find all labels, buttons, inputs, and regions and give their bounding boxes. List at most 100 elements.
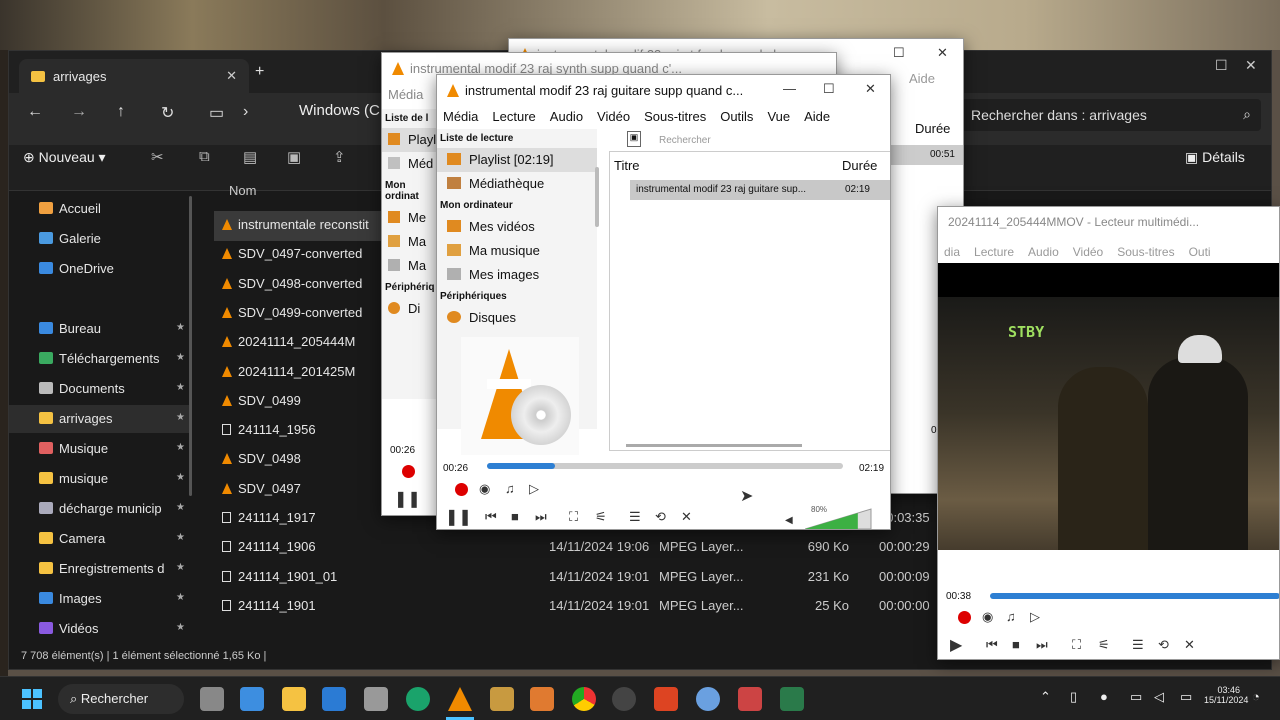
copy-icon[interactable]: ⧉ [199,148,210,165]
monitor-icon[interactable]: ▭ [209,103,224,123]
playlist-row[interactable]: instrumental modif 23 raj guitare sup...… [630,180,890,200]
menu-item[interactable]: Vue [767,109,790,124]
music-item[interactable]: Ma [382,230,438,254]
disc-item[interactable]: Di [382,297,438,321]
edge-icon[interactable] [406,687,430,711]
close-window-button[interactable]: ✕ [1245,57,1257,74]
file-row[interactable]: 241114_1906 14/11/2024 19:06 MPEG Layer...… [214,533,954,563]
mediatheque-item[interactable]: Médiathèque [437,172,597,196]
close-tab-icon[interactable]: ✕ [226,68,237,84]
vlc-icon[interactable] [448,687,472,711]
menu-item[interactable]: Audio [1028,245,1059,259]
menu-item[interactable]: dia [944,245,960,259]
minimize-button[interactable]: — [783,81,796,96]
photos-icon[interactable] [322,687,346,711]
video-prev-button[interactable]: ⏮ [986,637,998,653]
record-button[interactable] [455,483,468,499]
duration-cell[interactable]: 00:51 [891,145,963,165]
frame-step-button[interactable]: ▷ [529,481,539,497]
sidebar-scrollbar[interactable] [595,167,599,227]
media-player-icon[interactable] [612,687,636,711]
menu-item[interactable]: Sous-titres [644,109,706,124]
menu-item[interactable]: Lecture [974,245,1014,259]
volume-icon[interactable]: ◁ [1154,689,1164,705]
playlist-view-icon[interactable]: ▣ [627,131,641,147]
column-name-header[interactable]: Nom [229,183,256,198]
menu-item[interactable]: Aide [804,109,830,124]
shuffle-button[interactable]: ✕ [681,509,692,525]
video-editor-icon[interactable] [530,687,554,711]
prev-button[interactable]: ⏮ [485,509,497,525]
video-fullscreen-button[interactable]: ⛶ [1072,637,1081,653]
paste-icon[interactable]: ▤ [243,148,257,166]
video-playlist-button[interactable]: ☰ [1132,637,1144,653]
forward-arrow-icon[interactable]: → [71,103,87,121]
file-row[interactable]: 241114_1901_01 14/11/2024 19:01 MPEG Layer… [214,563,954,593]
pause-button[interactable]: ❚❚ [394,489,421,509]
video-next-button[interactable]: ⏭ [1036,637,1048,653]
music-item[interactable]: Ma musique [437,239,597,263]
tab-arrivages[interactable]: arrivages ✕ [19,59,249,93]
acrobat-icon[interactable] [654,687,678,711]
menu-item[interactable]: Sous-titres [1117,245,1174,259]
col-titre[interactable]: Titre [614,158,640,173]
pause-button[interactable]: ❚❚ [445,507,472,527]
col-duree[interactable]: Durée [842,158,877,173]
seekbar[interactable] [487,463,843,469]
images-item[interactable]: Ma [382,254,438,278]
menu-item[interactable]: Outi [1189,245,1211,259]
col-duree[interactable]: Durée [915,121,950,136]
breadcrumb[interactable]: Windows (C [299,102,380,119]
refresh-icon[interactable]: ↻ [161,103,174,123]
menu-item[interactable]: Média [443,109,478,124]
playlist-search-input[interactable]: Rechercher [651,133,889,149]
video-loop-button[interactable]: ♫ [1006,609,1016,624]
settings-gear-icon[interactable] [696,687,720,711]
menu-item[interactable]: Vidéo [597,109,630,124]
battery-icon[interactable]: ▭ [1180,689,1192,705]
close-button[interactable]: ✕ [865,81,876,97]
video-play-button[interactable]: ▶ [950,635,962,655]
equalizer-button[interactable]: ⚟ [595,509,607,525]
next-button[interactable]: ⏭ [535,509,547,525]
maximize-button[interactable]: ☐ [1215,57,1228,74]
video-eq-button[interactable]: ⚟ [1098,637,1110,653]
chrome-icon[interactable] [572,687,596,711]
video-seekbar[interactable] [990,593,1279,599]
horizontal-scrollbar[interactable] [626,444,802,447]
clock[interactable]: 03:46 15/11/2024 [1204,685,1248,705]
snapshot-button[interactable]: ◉ [479,481,490,497]
playlist-item[interactable]: Playlist [02:19] [437,148,597,172]
mediatheque-item[interactable]: Méd [382,152,438,176]
video-frame[interactable]: STBY [938,297,1279,587]
video-loop2-button[interactable]: ⟲ [1158,637,1169,653]
close-button[interactable]: ✕ [937,45,948,61]
file-explorer-icon[interactable] [282,687,306,711]
stop-button[interactable]: ■ [511,509,519,524]
disks-item[interactable]: Disques [437,306,597,330]
mic-icon[interactable]: ● [1100,689,1108,704]
loop-ab-button[interactable]: ♫ [505,481,515,496]
videos-item[interactable]: Mes vidéos [437,215,597,239]
calculator-icon[interactable] [364,687,388,711]
notepad-icon[interactable] [240,687,264,711]
video-stop-button[interactable]: ■ [1012,637,1020,652]
record-button[interactable] [402,465,415,481]
maximize-button[interactable]: ☐ [893,45,905,61]
file-row[interactable]: 241114_1901 14/11/2024 19:01 MPEG Layer...… [214,592,954,622]
taskbar-search[interactable]: ⌕ Rechercher [58,684,184,714]
up-arrow-icon[interactable]: ↑ [117,103,125,121]
new-tab-button[interactable]: + [255,63,264,81]
playlist-item[interactable]: Playl [382,128,438,152]
rename-icon[interactable]: ▣ [287,148,301,166]
app3-icon[interactable] [780,687,804,711]
video-snapshot-button[interactable]: ◉ [982,609,993,625]
search-input[interactable]: Rechercher dans : arrivages ⌕ [961,99,1261,131]
video-frame-button[interactable]: ▷ [1030,609,1040,625]
playlist-toggle-button[interactable]: ☰ [629,509,641,525]
video-shuffle-button[interactable]: ✕ [1184,637,1195,653]
menu-item[interactable]: Vidéo [1073,245,1103,259]
details-button[interactable]: ▣ Détails [1185,149,1245,166]
videos-item[interactable]: Me [382,206,438,230]
network-icon[interactable]: ▭ [1130,689,1142,705]
